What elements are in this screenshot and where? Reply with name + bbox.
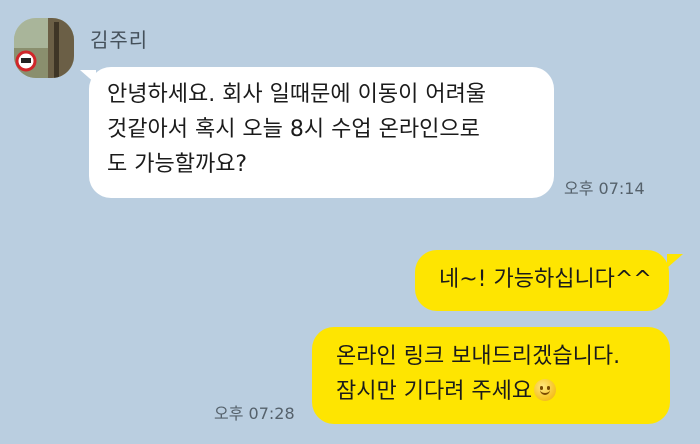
outgoing-message-bubble[interactable]: 네~! 가능하십니다^^: [415, 250, 669, 311]
message-timestamp: 오후 07:28: [214, 404, 295, 423]
message-timestamp: 오후 07:14: [564, 179, 645, 198]
message-line: 도 가능할까요?: [107, 152, 248, 177]
message-line: 것같아서 혹시 오늘 8시 수업 온라인으로: [107, 117, 480, 142]
message-line-text: 잠시만 기다려 주세요: [336, 379, 533, 404]
outgoing-message-bubble[interactable]: 온라인 링크 보내드리겠습니다. 잠시만 기다려 주세요: [312, 327, 670, 424]
message-line: 네~! 가능하십니다^^: [439, 267, 652, 292]
sender-name: 김주리: [90, 28, 149, 52]
message-line: 잠시만 기다려 주세요: [336, 374, 670, 409]
message-line: 온라인 링크 보내드리겠습니다.: [336, 344, 621, 369]
incoming-message-bubble[interactable]: 안녕하세요. 회사 일때문에 이동이 어려울 것같아서 혹시 오늘 8시 수업 …: [89, 67, 554, 198]
message-line: 안녕하세요. 회사 일때문에 이동이 어려울: [107, 82, 487, 107]
outgoing-bubble-tail: [667, 254, 683, 268]
sender-avatar[interactable]: [14, 18, 74, 78]
smiling-face-icon: [534, 379, 557, 401]
profile-photo-icon: [14, 18, 74, 78]
